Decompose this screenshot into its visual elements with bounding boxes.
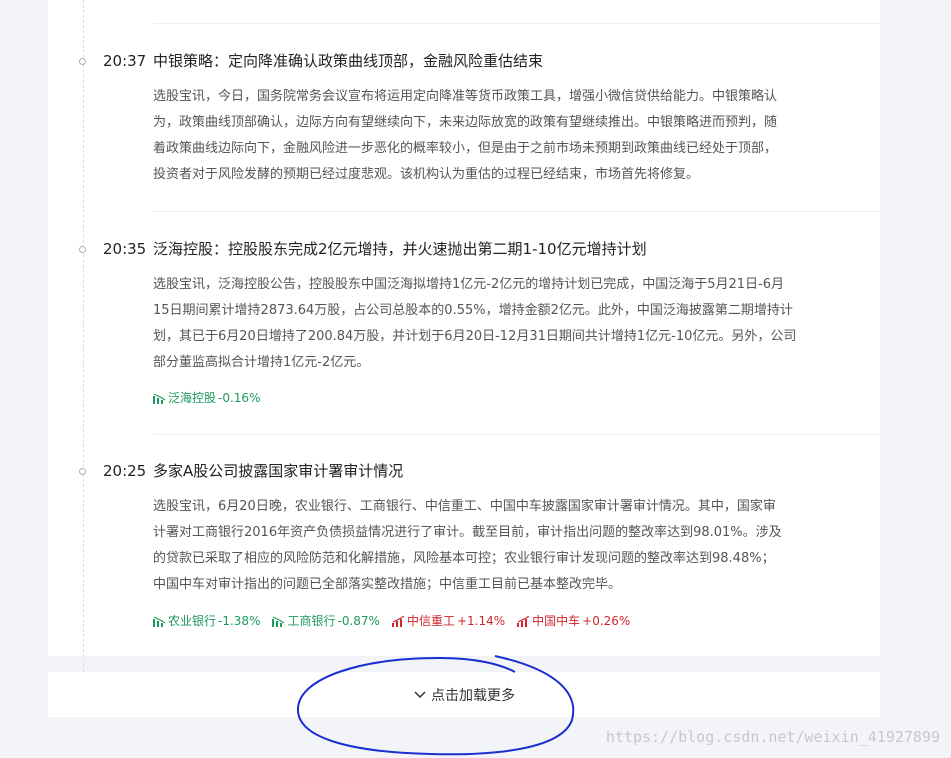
news-body-line: 为，政策曲线顶部确认，边际方向有望继续向下，未来边际放宽的政策有望继续推出。中银… <box>153 115 778 130</box>
news-body-line: 15日期间累计增持2873.64万股，占公司总股本的0.55%，增持金额2亿元。… <box>153 303 793 318</box>
stock-tag-citic-heavy[interactable]: 中信重工 +1.14% <box>391 613 506 629</box>
stock-down-icon <box>153 392 166 404</box>
stock-name: 农业银行 <box>168 614 217 628</box>
news-body-line: 选股宝讯，6月20日晚，农业银行、工商银行、中信重工、中国中车披露国家审计署审计… <box>153 499 776 514</box>
news-body-line: 划，其已于6月20日增持了200.84万股，并计划于6月20日-12月31日期间… <box>153 329 797 344</box>
news-body-line: 投资者对于风险发酵的预期已经过度悲观。该机构认为重估的过程已经结束，市场首先将修… <box>153 167 700 182</box>
stock-tag-fanhai[interactable]: 泛海控股 -0.16% <box>153 390 260 406</box>
related-stocks: 泛海控股 -0.16% <box>153 390 260 406</box>
stock-change: -0.87% <box>337 614 380 628</box>
timeline-dot <box>79 246 86 253</box>
stock-tag-crrc[interactable]: 中国中车 +0.26% <box>517 613 630 629</box>
timeline-dot <box>79 468 86 475</box>
stock-change: -0.16% <box>218 391 261 405</box>
news-time: 20:37 <box>103 52 147 70</box>
related-stocks: 农业银行 -1.38% 工商银行 -0.87% 中信重工 +1.14% 中国中车 <box>153 613 630 629</box>
news-body: 选股宝讯，今日，国务院常务会议宣布将运用定向降准等货币政策工具，增强小微信贷供给… <box>153 84 833 188</box>
load-more-label: 点击加载更多 <box>431 687 515 704</box>
stock-name: 工商银行 <box>287 614 336 628</box>
news-body: 选股宝讯，泛海控股公告，控股股东中国泛海拟增持1亿元-2亿元的增持计划已完成，中… <box>153 272 833 376</box>
chevron-down-icon <box>414 690 426 698</box>
load-more-content: 点击加载更多 <box>413 685 515 705</box>
stock-name: 中信重工 <box>406 614 455 628</box>
timeline-line <box>83 0 84 672</box>
stock-change: +1.14% <box>456 614 506 628</box>
news-body: 选股宝讯，6月20日晚，农业银行、工商银行、中信重工、中国中车披露国家审计署审计… <box>153 494 833 598</box>
stock-tag-icbc[interactable]: 工商银行 -0.87% <box>272 613 380 629</box>
news-body-line: 着政策曲线边际向下，金融风险进一步恶化的概率较小，但是由于之前市场未预期到政策曲… <box>153 141 778 156</box>
news-title[interactable]: 多家A股公司披露国家审计署审计情况 <box>153 461 403 481</box>
stock-name: 中国中车 <box>532 614 581 628</box>
stock-tag-abc[interactable]: 农业银行 -1.38% <box>153 613 260 629</box>
timeline-dot <box>79 58 86 65</box>
news-body-line: 的贷款已采取了相应的风险防范和化解措施，风险基本可控；农业银行审计发现问题的整改… <box>153 551 775 566</box>
stock-down-icon <box>272 615 285 627</box>
news-body-line: 计署对工商银行2016年资产负债损益情况进行了审计。截至目前，审计指出问题的整改… <box>153 525 782 540</box>
divider <box>153 211 880 212</box>
stock-up-icon <box>517 615 530 627</box>
news-time: 20:35 <box>103 240 147 258</box>
news-body-line: 部分董监高拟合计增持1亿元-2亿元。 <box>153 355 370 370</box>
stock-change: +0.26% <box>582 614 631 628</box>
load-more-button[interactable]: 点击加载更多 <box>48 672 880 717</box>
news-title[interactable]: 泛海控股：控股股东完成2亿元增持，并火速抛出第二期1-10亿元增持计划 <box>153 239 647 259</box>
divider <box>153 434 880 435</box>
news-title[interactable]: 中银策略：定向降准确认政策曲线顶部，金融风险重估结束 <box>153 51 543 71</box>
news-body-line: 选股宝讯，今日，国务院常务会议宣布将运用定向降准等货币政策工具，增强小微信贷供给… <box>153 89 778 104</box>
news-time: 20:25 <box>103 462 147 480</box>
watermark: https://blog.csdn.net/weixin_41927899 <box>605 728 940 746</box>
stock-name: 泛海控股 <box>168 391 217 405</box>
divider <box>153 23 880 24</box>
news-body-line: 中国中车对审计指出的问题已全部落实整改措施；中信重工目前已基本整改完毕。 <box>153 577 622 592</box>
stock-up-icon <box>391 615 405 627</box>
stock-down-icon <box>153 615 166 627</box>
stock-change: -1.38% <box>218 614 261 628</box>
news-body-line: 选股宝讯，泛海控股公告，控股股东中国泛海拟增持1亿元-2亿元的增持计划已完成，中… <box>153 277 785 292</box>
